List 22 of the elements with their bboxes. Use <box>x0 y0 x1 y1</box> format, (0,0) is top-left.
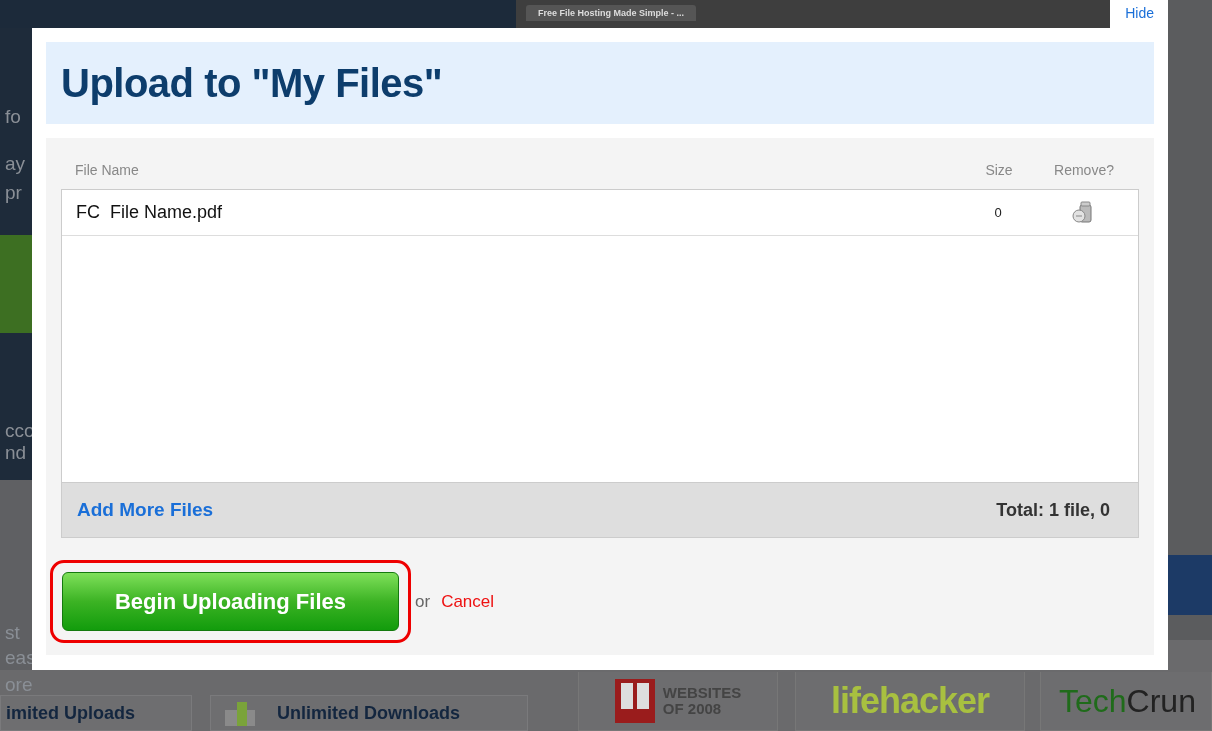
total-summary: Total: 1 file, 0 <box>996 499 1110 521</box>
dialog-title: Upload to "My Files" <box>61 60 443 106</box>
trash-icon[interactable] <box>1071 200 1095 225</box>
background-text: ay <box>5 153 26 175</box>
feature-title: Unlimited Downloads <box>277 702 460 724</box>
column-header: Size <box>984 161 1014 178</box>
column-header: Remove? <box>1053 161 1115 178</box>
background-text: nd <box>5 442 27 464</box>
techcrunch-wordmark: TechCrun <box>1059 682 1196 720</box>
file-size: 0 <box>993 205 1003 220</box>
magazine-logo-icon <box>614 679 655 723</box>
cancel-link[interactable]: Cancel <box>441 591 495 612</box>
add-more-files-link[interactable]: Add More Files <box>77 499 214 521</box>
lifehacker-wordmark: lifehacker <box>830 680 990 722</box>
column-header: File Name <box>74 161 140 178</box>
background-text: fo <box>5 106 21 128</box>
or-text: or <box>415 591 431 612</box>
file-name: FC File Name.pdf <box>75 202 224 223</box>
begin-uploading-button[interactable]: Begin Uploading Files <box>62 572 399 631</box>
background-text: pr <box>5 182 22 204</box>
feature-title: imited Uploads <box>6 702 135 724</box>
browser-tab[interactable]: Free File Hosting Made Simple - ... <box>526 5 697 21</box>
